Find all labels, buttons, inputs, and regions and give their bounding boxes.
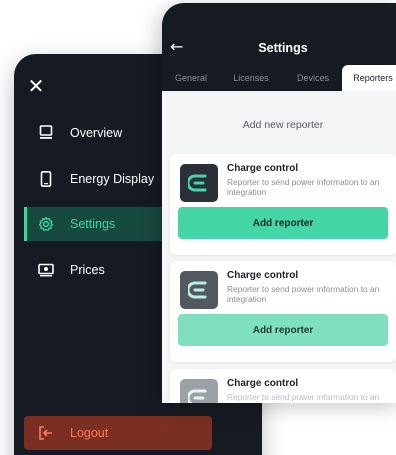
tab-licenses[interactable]: Licenses [222,65,280,91]
reporter-name: Charge control [227,163,299,174]
charge-control-logo-icon [180,271,218,309]
tab-devices[interactable]: Devices [288,65,338,91]
nav-item-label: Energy Display [70,172,155,186]
nav-item-label: Overview [70,126,123,140]
nav-item-label: Settings [70,217,116,231]
reporter-card: Charge control Reporter to send power in… [170,261,396,362]
add-reporter-button[interactable]: Add reporter [178,207,388,239]
logout-label: Logout [70,426,109,440]
tab-bar: General Licenses Devices Reporters [162,65,396,91]
close-icon[interactable]: ✕ [26,76,46,96]
phone-icon [38,170,54,188]
nav-item-settings[interactable]: Settings [24,207,164,241]
reporter-description: Reporter to send power information to an… [227,392,380,403]
settings-screen: ← Settings General Licenses Devices Repo… [162,3,396,403]
nav-item-energy-display[interactable]: Energy Display [24,162,164,196]
gear-icon [38,215,54,233]
settings-header: ← Settings General Licenses Devices Repo… [162,3,396,91]
nav-item-prices[interactable]: Prices [24,253,164,287]
logout-button[interactable]: Logout [24,416,212,450]
reporter-name: Charge control [227,378,299,389]
add-new-reporter-heading: Add new reporter [242,119,324,131]
logout-icon [38,425,54,441]
reporter-name: Charge control [227,270,299,281]
nav-item-overview[interactable]: Overview [24,116,164,150]
monitor-icon [38,124,54,142]
reporter-card: Charge control Reporter to send power in… [170,369,396,403]
add-reporter-button[interactable]: Add reporter [178,314,388,346]
nav-item-label: Prices [70,263,105,277]
page-title: Settings [258,41,308,55]
charge-control-logo-icon [180,164,218,202]
reporter-card: Charge control Reporter to send power in… [170,154,396,255]
reporter-description: Reporter to send power information to an… [227,177,380,197]
tab-reporters[interactable]: Reporters [342,65,396,91]
tab-general[interactable]: General [168,65,214,91]
reporter-description: Reporter to send power information to an… [227,284,380,304]
charge-control-logo-icon [180,379,218,403]
banknote-icon [38,261,54,279]
